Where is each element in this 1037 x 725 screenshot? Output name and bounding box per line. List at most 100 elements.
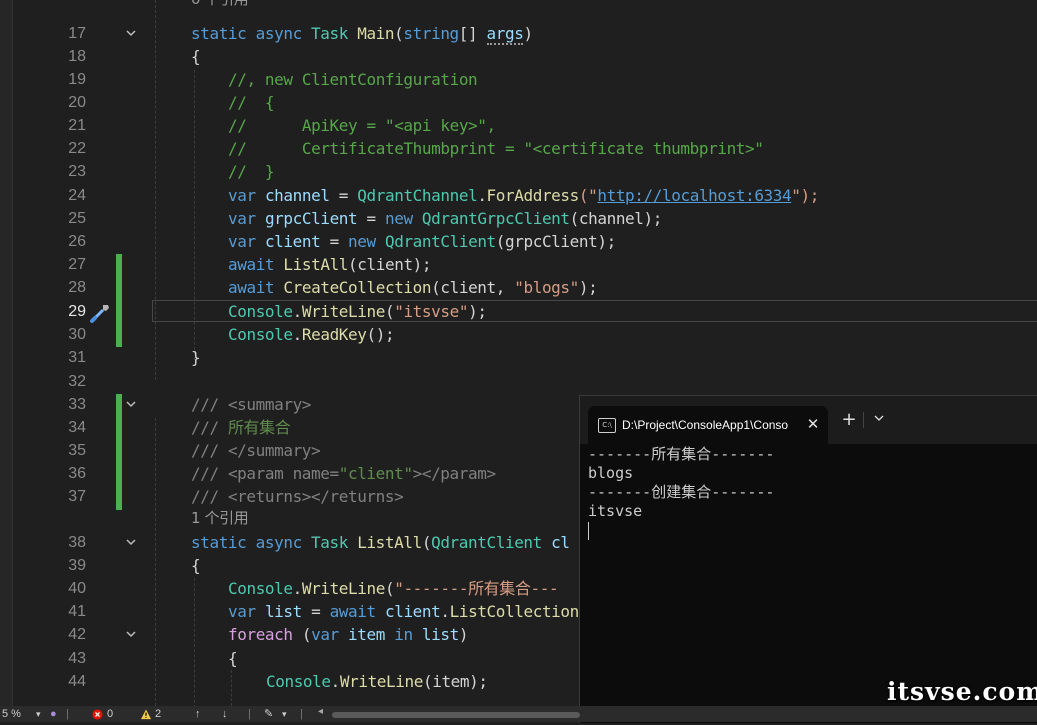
line-number: 41: [68, 603, 86, 620]
doc-comment[interactable]: /// <returns></returns>: [191, 485, 404, 508]
line-number: 26: [68, 233, 86, 250]
line-number: 29: [68, 303, 86, 320]
doc-comment[interactable]: /// <summary>: [191, 393, 311, 416]
line-number: 39: [68, 557, 86, 574]
line-number: 28: [68, 279, 86, 296]
brush-icon[interactable]: ✎: [264, 706, 273, 722]
line-number: 34: [68, 419, 86, 436]
line-number: 36: [68, 465, 86, 482]
code-comment[interactable]: // ApiKey = "<api key>",: [228, 114, 496, 137]
code-line: 22 // CertificateThumbprint = "<certific…: [0, 137, 1037, 160]
code-line: 27 await ListAll(client);: [0, 253, 1037, 276]
code-text[interactable]: await CreateCollection(client, "blogs");: [228, 276, 598, 299]
code-text[interactable]: static async Task Main(string[] args): [191, 22, 533, 45]
code-line: 23 // }: [0, 160, 1037, 183]
code-comment[interactable]: //, new ClientConfiguration: [228, 68, 478, 91]
code-comment[interactable]: // }: [228, 160, 275, 183]
terminal-line: -------所有集合-------: [588, 445, 775, 463]
line-number: 23: [68, 163, 86, 180]
status-separator: |: [300, 708, 303, 720]
copilot-icon[interactable]: ●: [50, 706, 57, 722]
chevron-down-icon[interactable]: [872, 411, 886, 429]
new-tab-icon[interactable]: +: [840, 411, 858, 429]
watermark: itsvse.com: [887, 677, 1037, 706]
line-number: 21: [68, 117, 86, 134]
line-number: 17: [68, 25, 86, 42]
line-number: 18: [68, 48, 86, 65]
terminal-output[interactable]: -------所有集合------- blogs -------创建集合----…: [588, 445, 1028, 540]
line-number: 43: [68, 650, 86, 667]
doc-comment[interactable]: /// 所有集合: [191, 416, 291, 439]
terminal-line: blogs: [588, 464, 634, 482]
scrollbar-thumb[interactable]: [332, 712, 580, 718]
status-separator: |: [66, 708, 69, 720]
terminal-tab[interactable]: C:\ D:\Project\ConsoleApp1\Conso ✕: [588, 406, 828, 444]
line-number: 38: [68, 534, 86, 551]
warning-count[interactable]: 2: [155, 706, 161, 722]
code-text[interactable]: {: [228, 647, 238, 670]
code-text[interactable]: Console.ReadKey();: [228, 323, 395, 346]
line-number: 25: [68, 210, 86, 227]
code-text[interactable]: var client = new QdrantClient(grpcClient…: [228, 230, 616, 253]
code-text[interactable]: Console.WriteLine("itsvse");: [228, 300, 487, 323]
zoom-dropdown-icon[interactable]: ▾: [36, 706, 41, 722]
line-number: 30: [68, 326, 86, 343]
code-line: 32: [0, 370, 1037, 393]
line-number: 44: [68, 673, 86, 690]
doc-comment[interactable]: /// </summary>: [191, 439, 321, 462]
screwdriver-quick-action-icon[interactable]: [88, 302, 112, 324]
reference-count-hint[interactable]: 0 个引用: [191, 0, 249, 11]
code-text[interactable]: }: [191, 346, 201, 369]
code-line: 31 }: [0, 346, 1037, 369]
code-text[interactable]: Console.WriteLine(item);: [266, 670, 488, 693]
line-number: 22: [68, 140, 86, 157]
code-text[interactable]: var grpcClient = new QdrantGrpcClient(ch…: [228, 207, 662, 230]
zoom-level[interactable]: 5 %: [2, 706, 21, 722]
code-line: 19 //, new ClientConfiguration: [0, 68, 1037, 91]
error-icon[interactable]: [92, 706, 104, 722]
code-line: 18 {: [0, 45, 1037, 68]
code-text[interactable]: static async Task ListAll(QdrantClient c…: [191, 531, 570, 554]
collapse-chevron-icon[interactable]: [124, 628, 138, 642]
code-line: 20 // {: [0, 91, 1037, 114]
doc-comment[interactable]: /// <param name="client"></param>: [191, 462, 496, 485]
code-line: 17 static async Task Main(string[] args): [0, 22, 1037, 45]
reference-count-hint[interactable]: 1 个引用: [191, 507, 249, 530]
code-text[interactable]: {: [191, 45, 201, 68]
line-number: 19: [68, 71, 86, 88]
horizontal-scrollbar[interactable]: ◂: [318, 706, 580, 718]
code-comment[interactable]: // CertificateThumbprint = "<certificate…: [228, 137, 764, 160]
code-comment[interactable]: // {: [228, 91, 275, 114]
warning-icon[interactable]: [140, 706, 152, 722]
code-line: 30 Console.ReadKey();: [0, 323, 1037, 346]
code-line: 28 await CreateCollection(client, "blogs…: [0, 276, 1037, 299]
collapse-chevron-icon[interactable]: [124, 27, 138, 41]
status-separator: |: [248, 708, 251, 720]
line-number: 40: [68, 580, 86, 597]
code-lens-line: 0 个引用: [0, 0, 1037, 11]
code-text[interactable]: foreach (var item in list): [228, 623, 469, 646]
terminal-tab-title: D:\Project\ConsoleApp1\Conso: [622, 418, 789, 432]
line-number: 37: [68, 488, 86, 505]
arrow-down-icon[interactable]: ↓: [222, 706, 228, 722]
collapse-chevron-icon[interactable]: [124, 398, 138, 412]
brush-dropdown-icon[interactable]: ▾: [282, 706, 287, 722]
close-icon[interactable]: ✕: [804, 415, 822, 433]
code-line-current: 29 Console.WriteLine("itsvse");: [0, 300, 1037, 323]
terminal-tab-bar: C:\ D:\Project\ConsoleApp1\Conso ✕ +: [580, 396, 1037, 444]
collapse-chevron-icon[interactable]: [124, 536, 138, 550]
code-text[interactable]: var channel = QdrantChannel.ForAddress("…: [228, 184, 819, 207]
terminal-line: -------创建集合-------: [588, 483, 775, 501]
terminal-window[interactable]: C:\ D:\Project\ConsoleApp1\Conso ✕ + ---…: [579, 395, 1037, 723]
line-number: 31: [68, 349, 86, 366]
code-text[interactable]: var list = await client.ListCollection: [228, 600, 579, 623]
code-line: 25 var grpcClient = new QdrantGrpcClient…: [0, 207, 1037, 230]
line-number: 32: [68, 373, 86, 390]
code-text[interactable]: await ListAll(client);: [228, 253, 432, 276]
error-count[interactable]: 0: [107, 706, 113, 722]
scroll-left-icon[interactable]: ◂: [318, 706, 323, 717]
code-text[interactable]: {: [191, 554, 201, 577]
arrow-up-icon[interactable]: ↑: [195, 706, 201, 722]
line-number: 33: [68, 396, 86, 413]
code-text[interactable]: Console.WriteLine("-------所有集合---: [228, 577, 559, 600]
